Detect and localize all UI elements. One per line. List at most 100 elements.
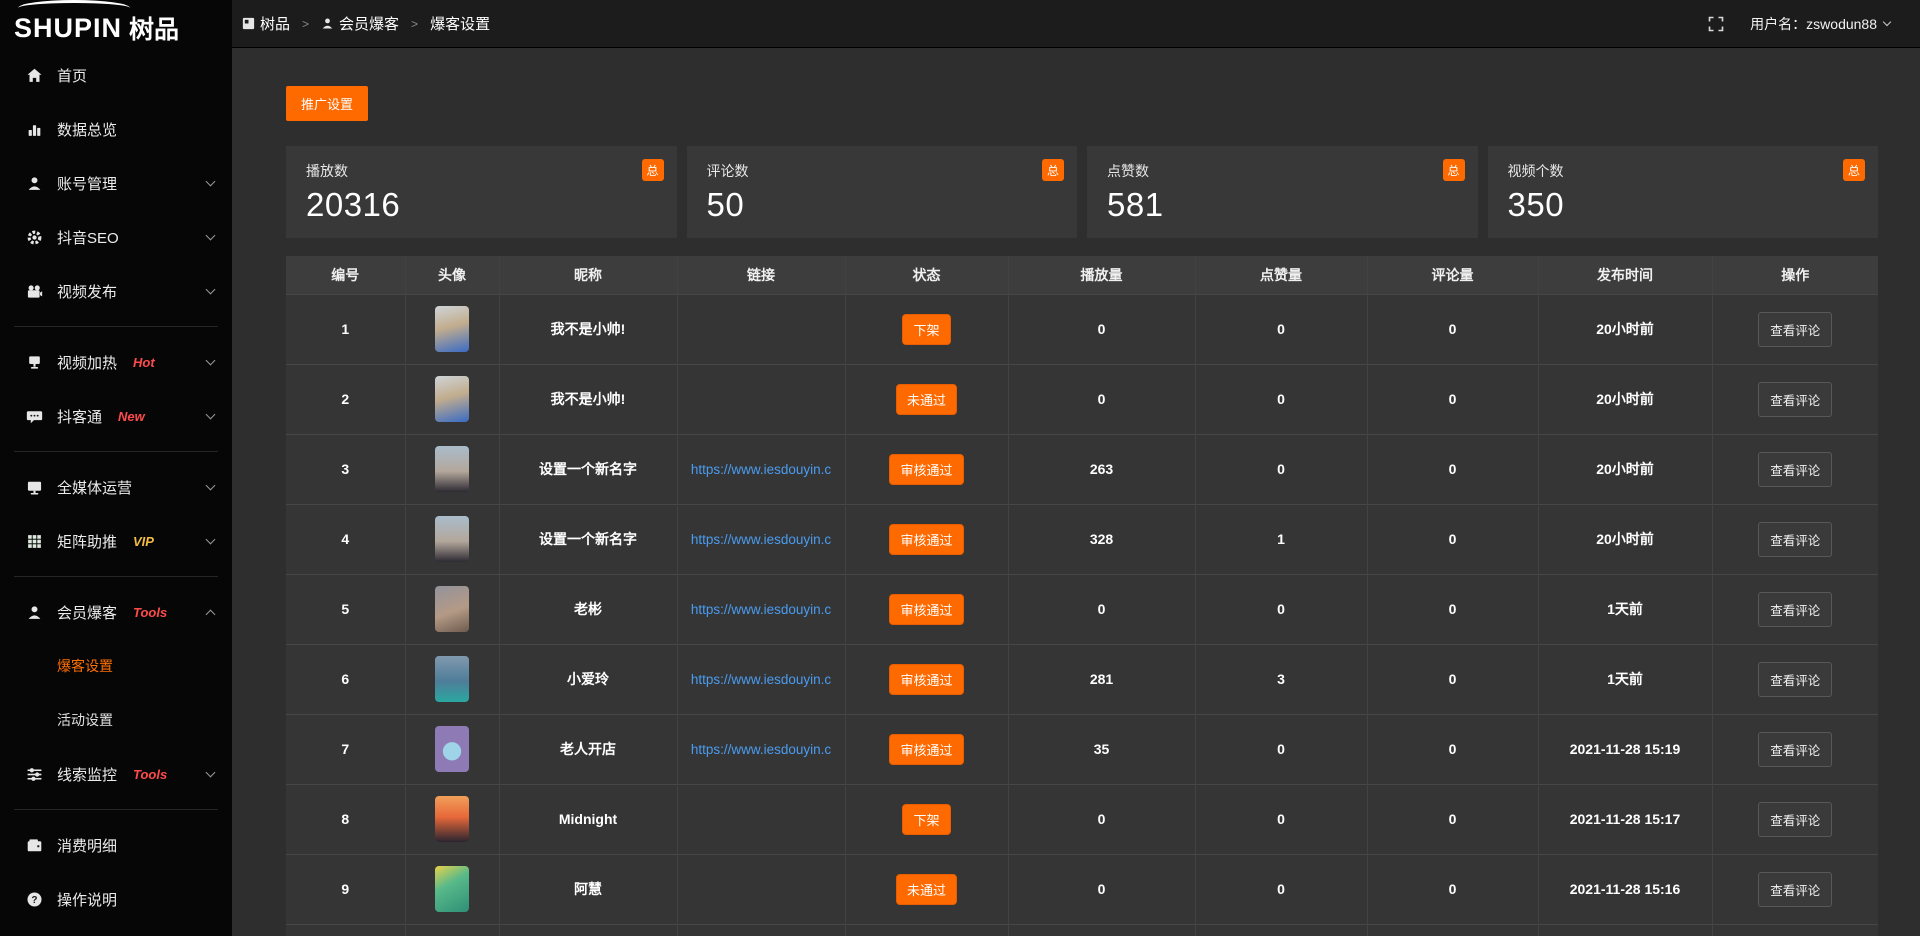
logo-arc-icon bbox=[18, 0, 130, 16]
sidebar-item-label: 视频加热 bbox=[57, 352, 117, 373]
cell-nickname: 设置一个新名字 bbox=[499, 504, 677, 574]
cell-actions: 查看评论 bbox=[1712, 504, 1878, 574]
status-badge[interactable]: 审核通过 bbox=[889, 664, 963, 695]
sidebar-item-video-publish[interactable]: 视频发布 bbox=[0, 264, 232, 318]
view-comments-button[interactable]: 查看评论 bbox=[1758, 872, 1832, 907]
cell-plays bbox=[1008, 924, 1195, 936]
sidebar-item-label: 数据总览 bbox=[57, 119, 117, 140]
cell-comments: 0 bbox=[1367, 434, 1538, 504]
stat-label: 播放数 bbox=[306, 161, 657, 181]
cell-nickname: 老彬 bbox=[499, 574, 677, 644]
cell-plays: 263 bbox=[1008, 434, 1195, 504]
sidebar-item-omnimedia[interactable]: 全媒体运营 bbox=[0, 460, 232, 514]
main-area: 树品 > 会员爆客 > 爆客设置 用户名：zswodun88 bbox=[232, 0, 1920, 936]
sidebar-item-matrix-boost[interactable]: 矩阵助推 VIP bbox=[0, 514, 232, 568]
promotion-settings-button[interactable]: 推广设置 bbox=[286, 86, 368, 121]
cell-plays: 0 bbox=[1008, 784, 1195, 854]
cell-no: 4 bbox=[286, 504, 405, 574]
status-badge[interactable]: 下架 bbox=[902, 804, 950, 835]
status-badge[interactable]: 未通过 bbox=[896, 384, 957, 415]
fullscreen-icon[interactable] bbox=[1708, 16, 1724, 32]
sidebar-item-consumption-detail[interactable]: 消费明细 bbox=[0, 818, 232, 872]
breadcrumb-separator: > bbox=[411, 17, 418, 31]
video-link[interactable]: https://www.iesdouyin.c bbox=[688, 602, 835, 617]
table-row: 2 我不是小帅! 未通过 0 0 0 20小时前 查看评论 bbox=[286, 364, 1878, 434]
cell-comments: 0 bbox=[1367, 714, 1538, 784]
cell-status: 下架 bbox=[845, 784, 1008, 854]
cell-avatar bbox=[405, 854, 499, 924]
cell-comments: 0 bbox=[1367, 294, 1538, 364]
person-icon bbox=[321, 17, 334, 30]
status-badge[interactable]: 审核通过 bbox=[889, 594, 963, 625]
sidebar-item-baoke-settings[interactable]: 爆客设置 bbox=[0, 639, 232, 693]
video-link[interactable]: https://www.iesdouyin.c bbox=[688, 672, 835, 687]
sidebar-divider bbox=[14, 576, 218, 577]
monitor-icon bbox=[26, 479, 43, 496]
cell-nickname: 阿慧 bbox=[499, 854, 677, 924]
cell-plays: 0 bbox=[1008, 364, 1195, 434]
sidebar-item-lead-monitor[interactable]: 线索监控 Tools bbox=[0, 747, 232, 801]
sidebar-item-activity-settings[interactable]: 活动设置 bbox=[0, 693, 232, 747]
avatar bbox=[435, 446, 469, 492]
cell-plays: 35 bbox=[1008, 714, 1195, 784]
cell-publish-time bbox=[1538, 924, 1712, 936]
video-camera-icon bbox=[26, 283, 43, 300]
sidebar-item-data-overview[interactable]: 数据总览 bbox=[0, 102, 232, 156]
brand-logo[interactable]: SHUPIN 树品 bbox=[0, 0, 232, 48]
sidebar-item-home[interactable]: 首页 bbox=[0, 48, 232, 102]
col-header-actions: 操作 bbox=[1712, 256, 1878, 294]
breadcrumb-section[interactable]: 会员爆客 bbox=[321, 13, 399, 34]
view-comments-button[interactable]: 查看评论 bbox=[1758, 312, 1832, 347]
cell-nickname: Midnight bbox=[499, 784, 677, 854]
view-comments-button[interactable]: 查看评论 bbox=[1758, 452, 1832, 487]
cell-link: https://www.iesdouyin.c bbox=[677, 714, 845, 784]
stat-value: 581 bbox=[1107, 186, 1458, 224]
sidebar-item-douyin-seo[interactable]: 抖音SEO bbox=[0, 210, 232, 264]
sidebar-item-video-heat[interactable]: 视频加热 Hot bbox=[0, 335, 232, 389]
video-link[interactable]: https://www.iesdouyin.c bbox=[688, 742, 835, 757]
video-link[interactable]: https://www.iesdouyin.c bbox=[688, 532, 835, 547]
status-badge[interactable]: 审核通过 bbox=[889, 734, 963, 765]
sidebar-item-account-management[interactable]: 账号管理 bbox=[0, 156, 232, 210]
stat-cards: 播放数 20316 总 评论数 50 总 点赞数 581 总 视频个数 350 bbox=[286, 146, 1878, 238]
user-menu[interactable]: 用户名：zswodun88 bbox=[1750, 14, 1890, 34]
cell-publish-time: 2021-11-28 15:17 bbox=[1538, 784, 1712, 854]
stat-label: 评论数 bbox=[707, 161, 1058, 181]
status-badge[interactable]: 审核通过 bbox=[889, 524, 963, 555]
stat-card-videos: 视频个数 350 总 bbox=[1488, 146, 1879, 238]
cell-avatar bbox=[405, 574, 499, 644]
chevron-down-icon bbox=[206, 285, 216, 295]
breadcrumb-home[interactable]: 树品 bbox=[242, 13, 290, 34]
cell-comments: 0 bbox=[1367, 364, 1538, 434]
sidebar-item-label: 会员爆客 bbox=[57, 602, 117, 623]
member-icon bbox=[26, 604, 43, 621]
sidebar-item-member-baoke[interactable]: 会员爆客 Tools bbox=[0, 585, 232, 639]
sidebar-divider bbox=[14, 451, 218, 452]
chevron-down-icon bbox=[206, 177, 216, 187]
view-comments-button[interactable]: 查看评论 bbox=[1758, 382, 1832, 417]
cell-actions: 查看评论 bbox=[1712, 364, 1878, 434]
cell-comments: 0 bbox=[1367, 504, 1538, 574]
sidebar-item-instructions[interactable]: ? 操作说明 bbox=[0, 872, 232, 926]
avatar bbox=[435, 586, 469, 632]
stat-card-likes: 点赞数 581 总 bbox=[1087, 146, 1478, 238]
wallet-icon bbox=[26, 837, 43, 854]
view-comments-button[interactable]: 查看评论 bbox=[1758, 592, 1832, 627]
sidebar-item-douketong[interactable]: 抖客通 New bbox=[0, 389, 232, 443]
topbar-right: 用户名：zswodun88 bbox=[1708, 14, 1890, 34]
tools-tag: Tools bbox=[133, 767, 167, 782]
status-badge[interactable]: 未通过 bbox=[896, 874, 957, 905]
view-comments-button[interactable]: 查看评论 bbox=[1758, 802, 1832, 837]
cell-likes: 0 bbox=[1195, 714, 1367, 784]
cell-nickname: 小爱玲 bbox=[499, 644, 677, 714]
status-badge[interactable]: 审核通过 bbox=[889, 454, 963, 485]
stat-label: 视频个数 bbox=[1508, 161, 1859, 181]
view-comments-button[interactable]: 查看评论 bbox=[1758, 522, 1832, 557]
cell-link bbox=[677, 364, 845, 434]
view-comments-button[interactable]: 查看评论 bbox=[1758, 732, 1832, 767]
sidebar-item-label: 抖客通 bbox=[57, 406, 102, 427]
view-comments-button[interactable]: 查看评论 bbox=[1758, 662, 1832, 697]
status-badge[interactable]: 下架 bbox=[902, 314, 950, 345]
sidebar-item-label: 视频发布 bbox=[57, 281, 117, 302]
video-link[interactable]: https://www.iesdouyin.c bbox=[688, 462, 835, 477]
